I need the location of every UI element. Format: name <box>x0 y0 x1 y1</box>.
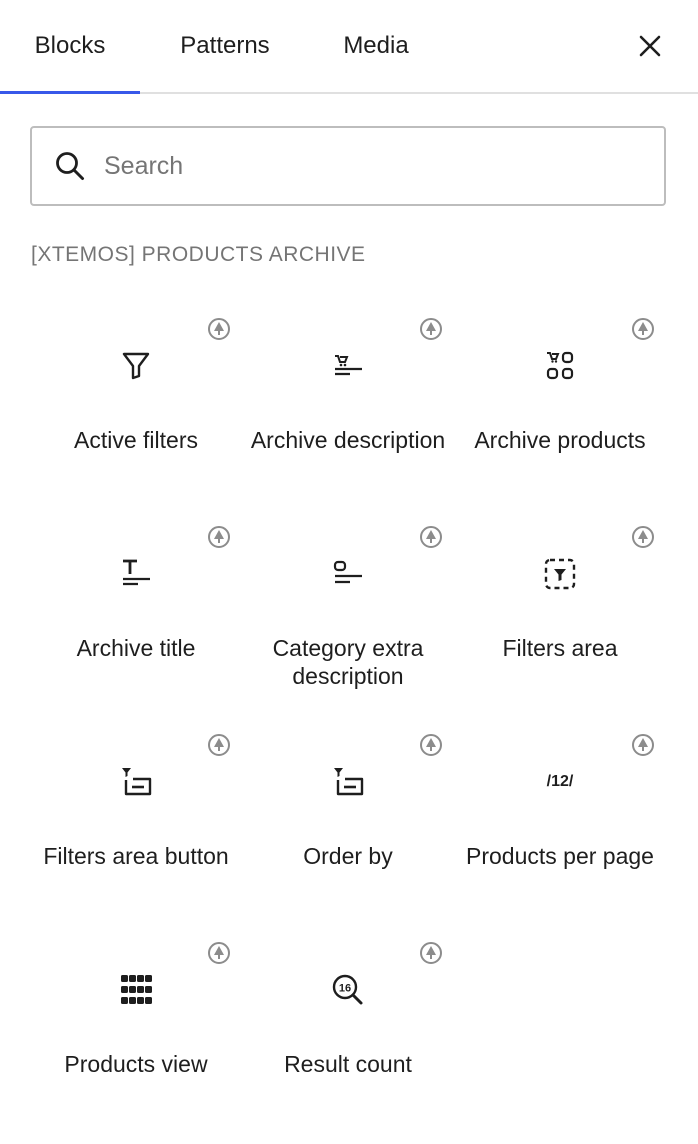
tab-media[interactable]: Media <box>310 0 442 92</box>
block-category-extra-description[interactable]: Category extra description <box>242 508 454 716</box>
pro-badge-icon <box>632 318 654 340</box>
pro-badge-icon <box>208 526 230 548</box>
block-label: Archive title <box>76 635 196 661</box>
category-extra-description-icon <box>333 560 362 584</box>
block-label: Filters area <box>502 635 618 661</box>
archive-products-icon <box>546 351 574 380</box>
filters-area-icon <box>544 558 576 590</box>
result-count-icon-number: 16 <box>339 983 351 995</box>
filters-area-button-icon <box>122 768 152 796</box>
block-label: Archive products <box>474 427 646 453</box>
block-archive-description[interactable]: Archive description <box>242 300 454 508</box>
inserter-tabs: Blocks Patterns Media <box>0 0 698 94</box>
block-label: Order by <box>303 843 393 869</box>
block-category-title: [XTEMOS] PRODUCTS ARCHIVE <box>31 243 366 266</box>
pro-badge-icon <box>632 734 654 756</box>
block-archive-title[interactable]: Archive title <box>30 508 242 716</box>
block-products-per-page[interactable]: /12/ Products per page <box>454 716 666 924</box>
block-filters-area-button[interactable]: Filters area button <box>30 716 242 924</box>
block-label: Products view <box>64 1051 208 1077</box>
pro-badge-icon <box>420 942 442 964</box>
pro-badge-icon <box>420 526 442 548</box>
pro-badge-icon <box>632 526 654 548</box>
block-label: Products per page <box>466 843 654 869</box>
block-label: Archive description <box>250 427 446 453</box>
block-archive-products[interactable]: Archive products <box>454 300 666 508</box>
block-result-count[interactable]: 16 Result count <box>242 924 454 1132</box>
block-label: Filters area button <box>43 843 229 869</box>
block-active-filters[interactable]: Active filters <box>30 300 242 508</box>
pro-badge-icon <box>420 734 442 756</box>
tab-blocks[interactable]: Blocks <box>0 0 140 92</box>
block-label: Category extra description <box>272 635 424 689</box>
active-tab-indicator <box>0 91 140 94</box>
products-per-page-icon: /12/ <box>546 773 574 790</box>
products-view-grid-icon <box>121 975 152 1004</box>
filter-funnel-icon <box>122 352 150 380</box>
search-icon <box>56 152 84 180</box>
tab-patterns[interactable]: Patterns <box>140 0 310 92</box>
block-label: Active filters <box>74 427 198 453</box>
search-box <box>30 126 666 206</box>
pro-badge-icon <box>208 318 230 340</box>
pro-badge-icon <box>208 734 230 756</box>
archive-description-icon <box>335 355 362 376</box>
order-by-icon <box>334 768 364 796</box>
archive-title-icon <box>123 559 150 586</box>
block-label: Result count <box>284 1051 412 1077</box>
search-input[interactable] <box>104 138 644 194</box>
result-count-icon: 16 <box>332 974 363 1005</box>
close-icon <box>639 35 661 57</box>
block-filters-area[interactable]: Filters area <box>454 508 666 716</box>
pro-badge-icon <box>208 942 230 964</box>
close-button[interactable] <box>628 24 672 68</box>
pro-badge-icon <box>420 318 442 340</box>
block-products-view[interactable]: Products view <box>30 924 242 1132</box>
block-order-by[interactable]: Order by <box>242 716 454 924</box>
